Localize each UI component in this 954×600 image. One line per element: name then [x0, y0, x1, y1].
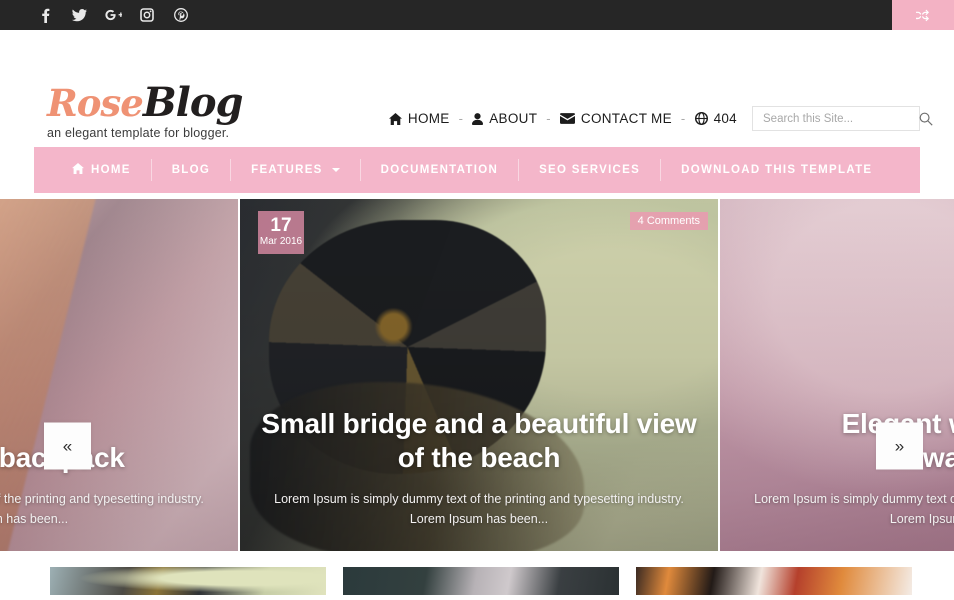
header-nav-label: CONTACT ME [580, 111, 672, 126]
post-thumbnails [0, 567, 954, 595]
search-icon [919, 112, 933, 126]
recent-posts-row [0, 551, 954, 595]
shuffle-icon [916, 9, 929, 21]
search-input[interactable] [761, 111, 919, 126]
menu-item-label: FEATURES [251, 164, 323, 176]
site-header: RoseBlog an elegant template for blogger… [0, 30, 954, 147]
home-icon [72, 163, 84, 177]
header-nav-item-about[interactable]: ABOUT [472, 111, 537, 126]
facebook-icon[interactable] [28, 0, 62, 30]
header-nav: HOME - ABOUT - CONTACT ME - 404 [388, 106, 933, 131]
menu-item-home[interactable]: HOME [52, 159, 152, 181]
slide-date-badge: 17 Mar 2016 [258, 211, 304, 254]
instagram-icon[interactable] [130, 0, 164, 30]
menu-item-blog[interactable]: BLOG [152, 159, 232, 181]
menu-item-label: DOCUMENTATION [380, 164, 499, 176]
header-nav-item-home[interactable]: HOME [388, 111, 450, 126]
slide-excerpt: Lorem Ipsum is simply dummy text of the … [754, 492, 954, 526]
post-thumbnail-1[interactable] [50, 567, 326, 595]
header-nav-label: 404 [713, 111, 737, 126]
post-thumbnail-2[interactable] [343, 567, 619, 595]
slide-comments-badge[interactable]: 4 Comments [629, 212, 708, 230]
slide-item[interactable]: Elegant woman in water Lorem Ipsum is si… [720, 199, 954, 551]
twitter-icon[interactable] [62, 0, 96, 30]
search-button[interactable] [919, 110, 933, 128]
menu-item-label: HOME [91, 164, 131, 176]
slider-prev-button[interactable]: « [44, 422, 91, 470]
random-post-button[interactable] [892, 0, 954, 30]
logo-first-word: Rose [47, 81, 144, 125]
chevron-down-icon [331, 168, 340, 172]
user-icon [472, 112, 484, 125]
search-box[interactable] [752, 106, 933, 131]
featured-slider: Beautiful backpack Lorem Ipsum is simply… [0, 199, 954, 551]
menu-item-label: SEO SERVICES [539, 164, 641, 176]
slider-track: Beautiful backpack Lorem Ipsum is simply… [0, 199, 954, 551]
home-icon [388, 112, 402, 125]
slide-title: Small bridge and a beautiful view of the… [261, 408, 697, 473]
pinterest-icon[interactable] [164, 0, 198, 30]
nav-separator: - [546, 111, 551, 126]
slide-excerpt: Lorem Ipsum is simply dummy text of the … [274, 492, 684, 526]
header-nav-label: ABOUT [489, 111, 538, 126]
nav-separator: - [458, 111, 464, 126]
slide-item-active[interactable]: 17 Mar 2016 4 Comments Small bridge and … [240, 199, 718, 551]
slide-item[interactable]: Beautiful backpack Lorem Ipsum is simply… [0, 199, 238, 551]
header-nav-item-404[interactable]: 404 [694, 111, 737, 126]
slide-excerpt: Lorem Ipsum is simply dummy text of the … [0, 492, 204, 526]
envelope-icon [559, 113, 575, 124]
google-plus-icon[interactable] [96, 0, 130, 30]
social-links [28, 0, 198, 30]
slide-caption: Small bridge and a beautiful view of the… [240, 407, 718, 529]
slide-title: Beautiful backpack [0, 441, 220, 475]
nav-separator: - [680, 111, 686, 126]
slide-date-month: Mar 2016 [259, 236, 303, 247]
site-tagline: an elegant template for blogger. [47, 126, 230, 140]
menu-item-documentation[interactable]: DOCUMENTATION [361, 159, 520, 181]
menu-item-label: BLOG [171, 164, 211, 176]
slide-caption: Beautiful backpack Lorem Ipsum is simply… [0, 441, 238, 529]
main-menu: HOME BLOG FEATURES DOCUMENTATION SEO SER… [34, 147, 920, 193]
slider-next-button[interactable]: » [876, 422, 923, 470]
menu-item-seo-services[interactable]: SEO SERVICES [519, 159, 662, 181]
header-nav-item-contact[interactable]: CONTACT ME [559, 111, 672, 126]
site-logo[interactable]: RoseBlog an elegant template for blogger… [47, 81, 243, 141]
logo-text: RoseBlog [47, 81, 243, 125]
menu-item-download-template[interactable]: DOWNLOAD THIS TEMPLATE [661, 159, 892, 181]
logo-second-word: Blog [142, 79, 244, 126]
main-menu-wrap: HOME BLOG FEATURES DOCUMENTATION SEO SER… [0, 147, 954, 199]
menu-item-label: DOWNLOAD THIS TEMPLATE [681, 164, 873, 176]
top-bar [0, 0, 954, 30]
slide-date-day: 17 [270, 215, 292, 236]
menu-item-features[interactable]: FEATURES [231, 159, 361, 181]
post-thumbnail-3[interactable] [636, 567, 912, 595]
globe-icon [694, 112, 708, 125]
header-nav-label: HOME [407, 111, 450, 126]
